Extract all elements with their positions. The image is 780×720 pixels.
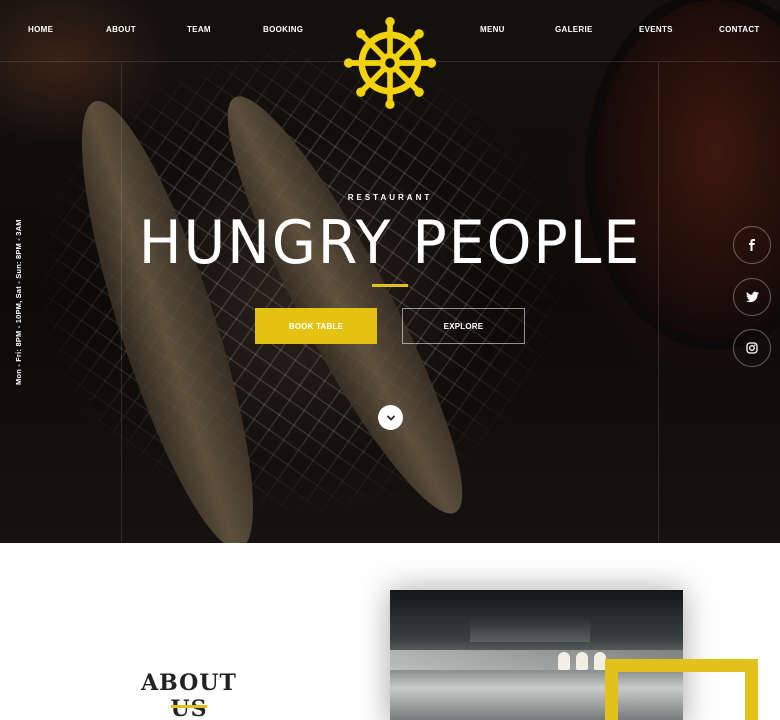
hero-title: HUNGRY PEOPLE: [138, 208, 642, 278]
nav-booking[interactable]: BOOKING: [263, 25, 303, 34]
twitter-icon: [745, 291, 759, 303]
nav-team[interactable]: TEAM: [187, 25, 211, 34]
nav-galerie[interactable]: GALERIE: [555, 25, 593, 34]
hero-subtitle: RESTAURANT: [347, 193, 433, 202]
explore-button[interactable]: EXPLORE: [402, 308, 525, 344]
lamp-image: [576, 652, 588, 670]
nav-contact[interactable]: CONTACT: [719, 25, 760, 34]
hero-section: HOME ABOUT TEAM BOOKING MENU GALERIE EVE…: [0, 0, 780, 543]
about-title: ABOUT US: [141, 670, 237, 720]
nav-menu[interactable]: MENU: [480, 25, 505, 34]
facebook-link[interactable]: [733, 226, 771, 264]
nav-events[interactable]: EVENTS: [639, 25, 673, 34]
ship-wheel-icon[interactable]: [343, 16, 437, 110]
divider-line: [658, 62, 659, 543]
facebook-icon: [749, 239, 755, 251]
divider-line: [121, 62, 122, 543]
title-underline: [372, 284, 408, 287]
nav-about[interactable]: ABOUT: [106, 25, 136, 34]
decorative-frame: [605, 659, 758, 720]
twitter-link[interactable]: [733, 278, 771, 316]
instagram-link[interactable]: [733, 329, 771, 367]
chevron-down-icon: [386, 415, 395, 420]
book-table-button[interactable]: BOOK TABLE: [255, 308, 377, 344]
kitchen-hood: [470, 618, 590, 642]
instagram-icon: [746, 342, 758, 354]
nav-home[interactable]: HOME: [28, 25, 53, 34]
about-underline: [171, 705, 207, 708]
scroll-down-button[interactable]: [378, 405, 403, 430]
lamp-image: [558, 652, 570, 670]
opening-hours: Mon - Fri: 8PM - 10PM, Sat - Sun: 8PM - …: [14, 219, 23, 385]
